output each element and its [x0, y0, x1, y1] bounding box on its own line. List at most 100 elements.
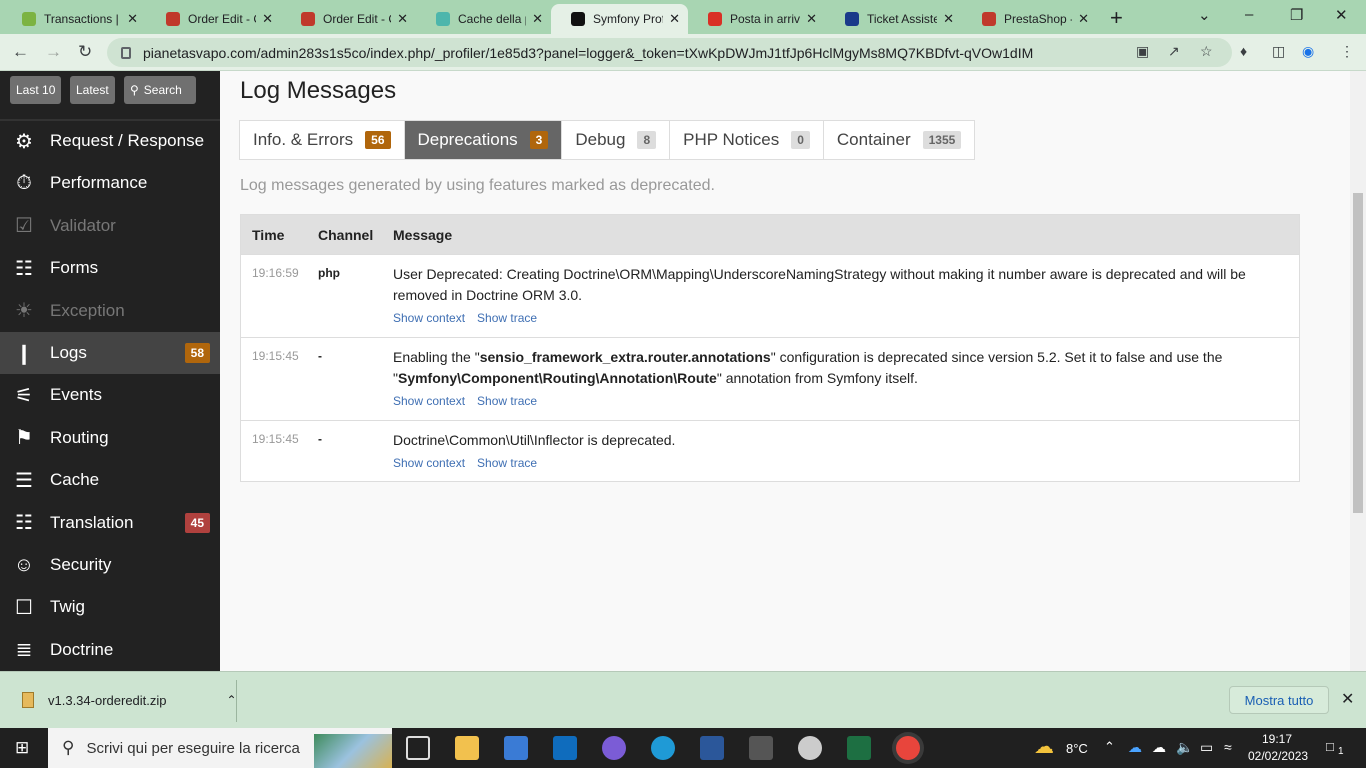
sidebar-item-forms[interactable]: ☷ Forms: [0, 247, 220, 289]
cloud-icon[interactable]: ☁: [1152, 739, 1166, 756]
tab-count-badge: 3: [529, 131, 549, 149]
onedrive-icon[interactable]: ☁: [1128, 739, 1142, 756]
new-tab-icon[interactable]: +: [1110, 5, 1123, 31]
excel-icon[interactable]: [847, 736, 871, 760]
tab-label: Deprecations: [417, 130, 518, 149]
wifi-icon[interactable]: ≈: [1224, 739, 1232, 755]
edge-icon[interactable]: [651, 736, 675, 760]
tab-debug[interactable]: Debug 8: [562, 121, 671, 159]
tab-count-badge: 1355: [922, 131, 962, 149]
close-tab-icon[interactable]: ✕: [121, 11, 138, 27]
close-window-icon[interactable]: ✕: [1335, 6, 1348, 24]
last-10-button[interactable]: Last 10: [10, 76, 62, 104]
back-icon[interactable]: ←: [12, 42, 29, 62]
address-bar[interactable]: pianetasvapo.com/admin283s1s5co/index.ph…: [107, 38, 1232, 67]
show-context-link[interactable]: Show context: [393, 456, 465, 470]
tab-info-errors[interactable]: Info. & Errors 56: [240, 121, 405, 159]
sidebar-item-cache[interactable]: ☰ Cache: [0, 459, 220, 501]
show-trace-link[interactable]: Show trace: [477, 311, 537, 325]
menu-icon[interactable]: ⋮: [1340, 43, 1354, 60]
sidebar-item-performance[interactable]: ⏱ Performance: [0, 162, 220, 204]
close-tab-icon[interactable]: ✕: [256, 11, 273, 27]
show-trace-link[interactable]: Show trace: [477, 394, 537, 408]
show-context-link[interactable]: Show context: [393, 311, 465, 325]
download-item[interactable]: v1.3.34-orderedit.zip ⌃: [22, 692, 237, 708]
battery-icon[interactable]: ▭: [1200, 739, 1213, 756]
show-trace-link[interactable]: Show trace: [477, 456, 537, 470]
tray-chevron-icon[interactable]: ⌃: [1104, 739, 1115, 755]
sidebar-item-logs[interactable]: ❙ Logs 58: [0, 332, 220, 374]
extensions-icon[interactable]: ♦: [1240, 43, 1247, 59]
close-tab-icon[interactable]: ✕: [663, 11, 680, 27]
copilot-icon[interactable]: [602, 736, 626, 760]
close-tab-icon[interactable]: ✕: [1072, 11, 1089, 27]
translate-icon[interactable]: ▣: [1136, 43, 1149, 60]
mail-icon[interactable]: [553, 736, 577, 760]
tab-label: Debug: [575, 130, 626, 149]
notifications-icon[interactable]: □: [1326, 739, 1334, 754]
url-text: pianetasvapo.com/admin283s1s5co/index.ph…: [143, 44, 1034, 61]
store-icon[interactable]: [504, 736, 528, 760]
word-icon[interactable]: [700, 736, 724, 760]
close-tab-icon[interactable]: ✕: [800, 11, 817, 27]
scrollbar-thumb[interactable]: [1353, 193, 1363, 513]
windows-start-icon[interactable]: ⊞: [15, 738, 29, 758]
reload-icon[interactable]: ↻: [78, 42, 92, 62]
log-message: Enabling the "sensio_framework_extra.rou…: [393, 347, 1273, 412]
show-all-button[interactable]: Mostra tutto: [1229, 686, 1329, 714]
close-icon[interactable]: ✕: [1341, 689, 1354, 709]
show-context-link[interactable]: Show context: [393, 394, 465, 408]
file-explorer-icon[interactable]: [455, 736, 479, 760]
mysql-icon[interactable]: [749, 736, 773, 760]
tab-container[interactable]: Container 1355: [824, 121, 974, 159]
minimize-icon[interactable]: –: [1245, 6, 1253, 23]
log-links: Show context Show trace: [393, 308, 1273, 329]
sidebar-item-events[interactable]: ⚟ Events: [0, 374, 220, 416]
tab-list-icon[interactable]: ⌄: [1198, 6, 1211, 24]
search-button[interactable]: ⚲ Search: [124, 76, 196, 104]
chrome-icon[interactable]: [896, 736, 920, 760]
browser-tab[interactable]: Posta in arriv ✕: [688, 4, 825, 34]
close-tab-icon[interactable]: ✕: [937, 11, 954, 27]
sidebar-item-validator[interactable]: ☑ Validator: [0, 205, 220, 247]
sidebar-item-doctrine[interactable]: ≣ Doctrine: [0, 629, 220, 671]
sidebar-item-twig[interactable]: ☐ Twig: [0, 586, 220, 628]
browser-tab[interactable]: Transactions | ✕: [2, 4, 146, 34]
sidebar-item-request-response[interactable]: ⚙ Request / Response: [0, 120, 220, 162]
panel-description: Log messages generated by using features…: [240, 177, 715, 194]
twig-icon: ☐: [15, 596, 33, 619]
page-scrollbar[interactable]: [1350, 71, 1366, 671]
maximize-icon[interactable]: ❐: [1290, 6, 1303, 24]
browser-tab[interactable]: Order Edit - C ✕: [146, 4, 281, 34]
share-icon[interactable]: ↗: [1168, 43, 1180, 60]
forward-icon[interactable]: →: [45, 42, 62, 62]
task-view-icon[interactable]: [406, 736, 430, 760]
tab-favicon-icon: [571, 12, 585, 26]
browser-tab[interactable]: Ticket Assiste ✕: [825, 4, 962, 34]
clock-date[interactable]: 02/02/2023: [1248, 749, 1308, 763]
close-tab-icon[interactable]: ✕: [526, 11, 543, 27]
tab-deprecations[interactable]: Deprecations 3: [404, 121, 563, 159]
clock-time[interactable]: 19:17: [1262, 732, 1292, 746]
browser-tab[interactable]: Symfony Prof ✕: [551, 4, 688, 34]
volume-icon[interactable]: 🔈: [1176, 739, 1193, 756]
weather-icon[interactable]: ☁: [1034, 734, 1054, 759]
tab-php-notices[interactable]: PHP Notices 0: [670, 121, 824, 159]
latest-button[interactable]: Latest: [70, 76, 115, 104]
taskbar-search[interactable]: ⚲ Scrivi qui per eseguire la ricerca: [48, 728, 392, 768]
sidebar-item-exception[interactable]: ☀ Exception: [0, 290, 220, 332]
tab-label: PHP Notices: [683, 130, 780, 149]
browser-tab[interactable]: Cache della p ✕: [416, 4, 551, 34]
profile-avatar-icon[interactable]: ◉: [1302, 43, 1314, 60]
sidebar-item-translation[interactable]: ☷ Translation 45: [0, 502, 220, 544]
tab-title: Posta in arriv: [730, 12, 801, 26]
sidebar-item-security[interactable]: ☺ Security: [0, 544, 220, 586]
side-panel-icon[interactable]: ◫: [1272, 43, 1285, 60]
close-tab-icon[interactable]: ✕: [391, 11, 408, 27]
browser-tab[interactable]: Order Edit - C ✕: [281, 4, 416, 34]
main-panel: Log Messages Info. & Errors 56 Deprecation…: [220, 71, 1350, 671]
bookmark-star-icon[interactable]: ☆: [1200, 43, 1213, 60]
sidebar-item-routing[interactable]: ⚑ Routing: [0, 417, 220, 459]
browser-tab[interactable]: PrestaShop - ✕: [962, 4, 1097, 34]
app-icon[interactable]: [798, 736, 822, 760]
